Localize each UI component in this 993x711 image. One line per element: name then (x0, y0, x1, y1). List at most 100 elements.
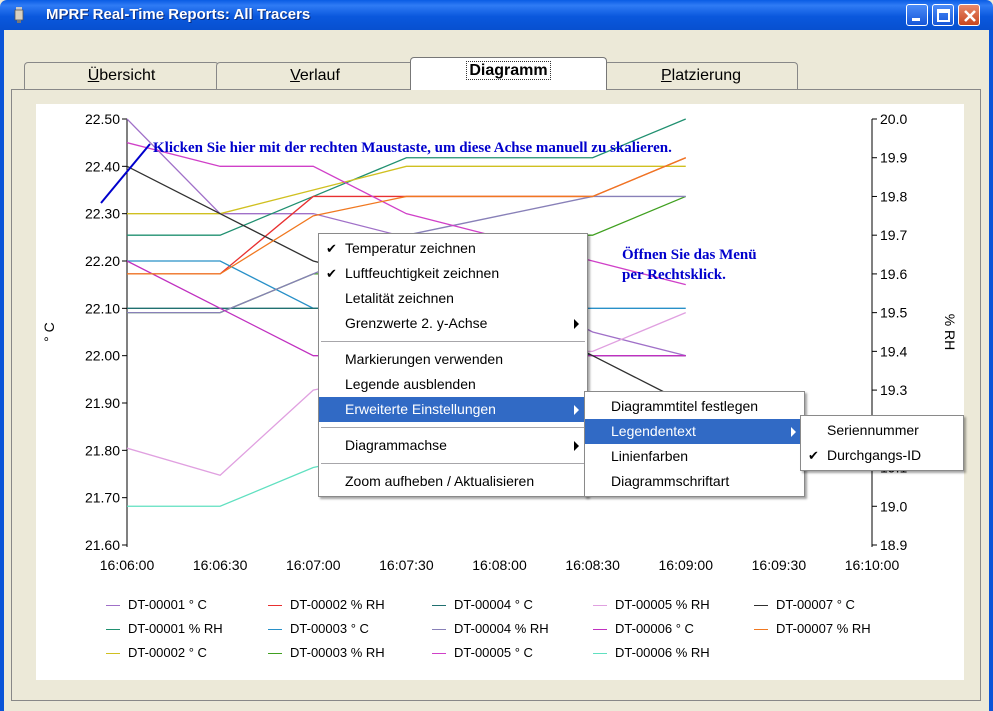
series-line[interactable] (127, 165, 686, 215)
submenu-arrow-icon (574, 319, 579, 329)
tab-diagramm[interactable]: Diagramm (410, 57, 607, 90)
submenu-arrow-icon (791, 427, 796, 437)
menu-item-label: Diagrammschriftart (611, 473, 730, 489)
y2-tick-label: 19.3 (880, 382, 907, 398)
x-tick-label: 16:09:00 (659, 557, 714, 573)
context-menu-item[interactable]: Letalität zeichnen (319, 286, 587, 311)
checkmark-icon: ✔ (326, 241, 337, 256)
legend-swatch (268, 629, 282, 630)
legend-swatch (593, 653, 607, 654)
y2-tick-label: 19.5 (880, 305, 907, 321)
legend-swatch (754, 605, 768, 606)
x-tick-label: 16:06:30 (193, 557, 248, 573)
legend-swatch (106, 653, 120, 654)
legend-swatch (106, 629, 120, 630)
y-tick-label: 21.80 (85, 442, 120, 458)
context-menu-item[interactable]: Erweiterte Einstellungen (319, 397, 587, 422)
menu-item-label: Durchgangs-ID (827, 447, 922, 463)
legend-swatch (268, 605, 282, 606)
menu-item-label: Zoom aufheben / Aktualisieren (345, 473, 535, 489)
x-tick-label: 16:07:00 (286, 557, 341, 573)
legend-swatch (593, 605, 607, 606)
checkmark-icon: ✔ (808, 448, 819, 463)
menu-item-label: Seriennummer (827, 422, 919, 438)
legend-label: DT-00007 % RH (776, 621, 871, 636)
chart-context-menu[interactable]: ✔ Temperatur zeichnen ✔ Luftfeuchtigkeit ze… (318, 233, 588, 497)
y2-tick-label: 19.4 (880, 343, 907, 359)
legend-label: DT-00003 ° C (290, 621, 369, 636)
axis-hint-annotation: Klicken Sie hier mit der rechten Maustas… (153, 140, 672, 156)
menu-item-label: Luftfeuchtigkeit zeichnen (345, 265, 500, 281)
y2-tick-label: 19.0 (880, 498, 907, 514)
menu-item-label: Grenzwerte 2. y-Achse (345, 315, 488, 331)
context-menu-item[interactable]: Diagrammachse (319, 433, 587, 458)
menu-separator (321, 427, 585, 428)
y-tick-label: 22.30 (85, 206, 120, 222)
menu-item-label: Temperatur zeichnen (345, 240, 476, 256)
menu-item-label: Diagrammtitel festlegen (611, 398, 759, 414)
menu-item-label: Erweiterte Einstellungen (345, 401, 496, 417)
submenu-arrow-icon (574, 441, 579, 451)
y2-tick-label: 19.7 (880, 227, 907, 243)
legend-label: DT-00004 % RH (454, 621, 549, 636)
legend-label: DT-00006 % RH (615, 645, 710, 660)
checkmark-icon: ✔ (326, 266, 337, 281)
x-tick-label: 16:08:00 (472, 557, 527, 573)
context-menu-item[interactable]: ✔ Temperatur zeichnen (319, 236, 587, 261)
y2-tick-label: 19.6 (880, 266, 907, 282)
context-menu-item[interactable]: Grenzwerte 2. y-Achse (319, 311, 587, 336)
menu-item-label: Legende ausblenden (345, 376, 476, 392)
legend-label: DT-00001 % RH (128, 621, 223, 636)
y-tick-label: 22.10 (85, 300, 120, 316)
advanced-submenu-item[interactable]: Diagrammschriftart (585, 469, 804, 494)
context-menu-item[interactable]: Zoom aufheben / Aktualisieren (319, 469, 587, 494)
y-tick-label: 21.70 (85, 490, 120, 506)
advanced-submenu-item[interactable]: Diagrammtitel festlegen (585, 394, 804, 419)
x-tick-label: 16:09:30 (752, 557, 807, 573)
submenu-arrow-icon (574, 405, 579, 415)
legend-label: DT-00007 ° C (776, 597, 855, 612)
y-tick-label: 21.60 (85, 537, 120, 553)
menu-hint-annotation-line2: per Rechtsklick. (622, 267, 726, 283)
y-tick-label: 22.50 (85, 111, 120, 127)
menu-separator (321, 341, 585, 342)
legend-label: DT-00005 ° C (454, 645, 533, 660)
y-axis-label: ° C (41, 322, 57, 342)
x-tick-label: 16:10:00 (845, 557, 900, 573)
context-menu-item[interactable]: Legende ausblenden (319, 372, 587, 397)
legend-text-submenu[interactable]: Seriennummer ✔ Durchgangs-ID (800, 415, 964, 471)
menu-hint-annotation-line1: Öffnen Sie das Menü (622, 246, 757, 263)
y2-tick-label: 19.8 (880, 188, 907, 204)
legend-label: DT-00004 ° C (454, 597, 533, 612)
legend-label: DT-00002 % RH (290, 597, 385, 612)
y-tick-label: 21.90 (85, 395, 120, 411)
x-tick-label: 16:07:30 (379, 557, 434, 573)
series-line[interactable] (127, 118, 686, 236)
y-tick-label: 22.20 (85, 253, 120, 269)
y2-tick-label: 20.0 (880, 111, 907, 127)
legend-swatch (432, 653, 446, 654)
legend-text-submenu-item[interactable]: Seriennummer (801, 418, 963, 443)
legend-swatch (432, 629, 446, 630)
legend-label: DT-00005 % RH (615, 597, 710, 612)
advanced-submenu-item[interactable]: Linienfarben (585, 444, 804, 469)
advanced-submenu-item[interactable]: Legendentext (585, 419, 804, 444)
menu-item-label: Markierungen verwenden (345, 351, 503, 367)
legend-swatch (593, 629, 607, 630)
menu-separator (321, 463, 585, 464)
legend-swatch (268, 653, 282, 654)
tab-label: Diagramm (466, 61, 551, 80)
legend-label: DT-00006 ° C (615, 621, 694, 636)
menu-item-label: Linienfarben (611, 448, 689, 464)
context-menu-item[interactable]: ✔ Luftfeuchtigkeit zeichnen (319, 261, 587, 286)
legend-swatch (432, 605, 446, 606)
legend-label: DT-00001 ° C (128, 597, 207, 612)
legend-label: DT-00003 % RH (290, 645, 385, 660)
legend-text-submenu-item[interactable]: ✔ Durchgangs-ID (801, 443, 963, 468)
y-tick-label: 22.40 (85, 158, 120, 174)
legend-swatch (754, 629, 768, 630)
legend-swatch (106, 605, 120, 606)
advanced-settings-submenu[interactable]: Diagrammtitel festlegen Legendentext Linie… (584, 391, 805, 497)
context-menu-item[interactable]: Markierungen verwenden (319, 347, 587, 372)
y2-tick-label: 19.9 (880, 150, 907, 166)
